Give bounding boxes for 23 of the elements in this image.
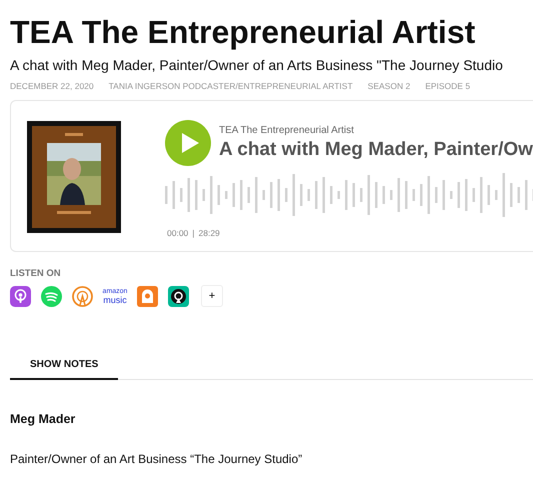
more-button[interactable]: + xyxy=(201,285,223,307)
track-duration: 28:29 xyxy=(198,228,220,238)
time-separator: | xyxy=(192,228,194,238)
waveform[interactable] xyxy=(165,172,533,218)
notes-heading: Meg Mader xyxy=(10,412,76,426)
meta-text: EPISODE 5 xyxy=(425,81,470,91)
notes-paragraph: Painter/Owner of an Art Business “The Journey Studio” xyxy=(10,452,304,466)
section-label: LISTEN ON xyxy=(10,268,61,279)
episode-title: A chat with Meg Mader, Painter/Ow xyxy=(219,139,533,161)
tab[interactable]: SHOW NOTES xyxy=(10,353,118,380)
play-button[interactable] xyxy=(165,120,211,166)
podcast-app-icon[interactable] xyxy=(10,286,31,306)
broadcast-icon[interactable] xyxy=(72,286,93,306)
meta-text: TANIA INGERSON PODCASTER/ENTREPRENEURIAL ARTIST xyxy=(108,81,353,91)
castro-icon[interactable] xyxy=(168,286,189,306)
castbox-icon[interactable] xyxy=(137,286,158,306)
show-name: TEA The Entrepreneurial Artist xyxy=(219,125,355,136)
meta-text: DECEMBER 22, 2020 xyxy=(10,81,94,91)
playback-time: 00:00 xyxy=(167,228,188,238)
meta-text: SEASON 2 xyxy=(368,81,410,91)
spotify-icon[interactable] xyxy=(41,286,62,306)
page-title: TEA The Entrepreneurial Artist xyxy=(10,13,476,52)
episode-subtitle: A chat with Meg Mader, Painter/Owner of an Arts Business "The Journey Studio xyxy=(10,57,504,73)
